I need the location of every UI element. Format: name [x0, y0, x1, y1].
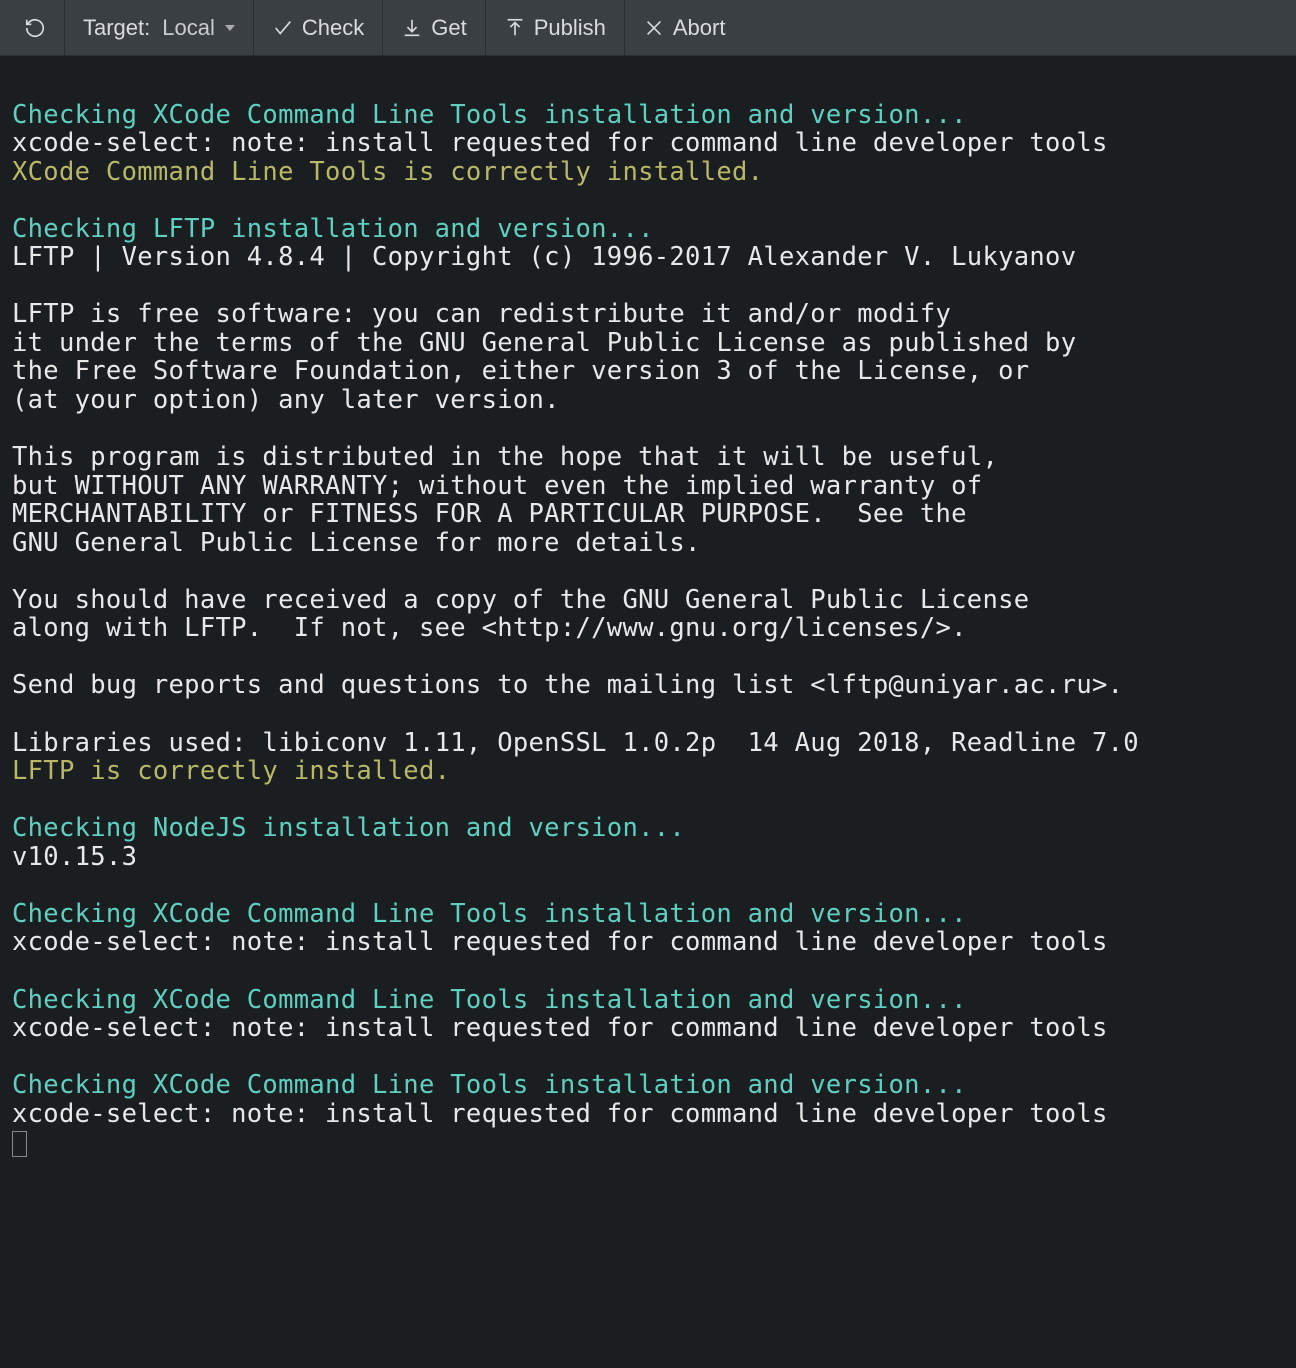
terminal-line: but WITHOUT ANY WARRANTY; without even t…: [12, 472, 1284, 501]
get-button[interactable]: Get: [383, 0, 485, 55]
terminal-line: GNU General Public License for more deta…: [12, 529, 1284, 558]
terminal-line: xcode-select: note: install requested fo…: [12, 928, 1284, 957]
terminal-line: LFTP | Version 4.8.4 | Copyright (c) 199…: [12, 243, 1284, 272]
terminal-line: it under the terms of the GNU General Pu…: [12, 329, 1284, 358]
terminal-line: [12, 786, 1284, 815]
upload-icon: [504, 17, 526, 39]
terminal-line: Checking NodeJS installation and version…: [12, 814, 1284, 843]
terminal-line: along with LFTP. If not, see <http://www…: [12, 614, 1284, 643]
target-dropdown[interactable]: Target: Local: [65, 0, 254, 55]
abort-button[interactable]: Abort: [625, 0, 744, 55]
check-button[interactable]: Check: [254, 0, 383, 55]
close-icon: [643, 17, 665, 39]
terminal-output[interactable]: Checking XCode Command Line Tools instal…: [0, 56, 1296, 1173]
terminal-line: MERCHANTABILITY or FITNESS FOR A PARTICU…: [12, 500, 1284, 529]
get-label: Get: [431, 15, 466, 41]
terminal-line: LFTP is correctly installed.: [12, 757, 1284, 786]
terminal-line: [12, 415, 1284, 444]
terminal-line: Checking XCode Command Line Tools instal…: [12, 1071, 1284, 1100]
terminal-line: Checking XCode Command Line Tools instal…: [12, 101, 1284, 130]
terminal-line: [12, 957, 1284, 986]
check-icon: [272, 17, 294, 39]
terminal-cursor-line: [12, 1128, 1284, 1157]
chevron-down-icon: [225, 25, 235, 31]
terminal-line: Checking XCode Command Line Tools instal…: [12, 900, 1284, 929]
terminal-line: Checking XCode Command Line Tools instal…: [12, 986, 1284, 1015]
terminal-line: [12, 272, 1284, 301]
publish-button[interactable]: Publish: [486, 0, 625, 55]
cursor-icon: [12, 1131, 27, 1157]
publish-label: Publish: [534, 15, 606, 41]
terminal-line: [12, 186, 1284, 215]
terminal-line: [12, 557, 1284, 586]
terminal-line: (at your option) any later version.: [12, 386, 1284, 415]
toolbar: Target: Local Check Get Publish Abort: [0, 0, 1296, 56]
terminal-line: LFTP is free software: you can redistrib…: [12, 300, 1284, 329]
target-label: Target:: [83, 15, 150, 41]
terminal-line: xcode-select: note: install requested fo…: [12, 129, 1284, 158]
terminal-line: Send bug reports and questions to the ma…: [12, 671, 1284, 700]
refresh-icon: [24, 17, 46, 39]
terminal-line: [12, 643, 1284, 672]
terminal-line: This program is distributed in the hope …: [12, 443, 1284, 472]
terminal-line: xcode-select: note: install requested fo…: [12, 1100, 1284, 1129]
terminal-line: [12, 871, 1284, 900]
terminal-line: [12, 700, 1284, 729]
terminal-line: [12, 72, 1284, 101]
download-icon: [401, 17, 423, 39]
terminal-line: Checking LFTP installation and version..…: [12, 215, 1284, 244]
terminal-line: You should have received a copy of the G…: [12, 586, 1284, 615]
terminal-line: Libraries used: libiconv 1.11, OpenSSL 1…: [12, 729, 1284, 758]
terminal-line: xcode-select: note: install requested fo…: [12, 1014, 1284, 1043]
abort-label: Abort: [673, 15, 726, 41]
refresh-button[interactable]: [16, 0, 65, 55]
target-value: Local: [162, 15, 215, 41]
check-label: Check: [302, 15, 364, 41]
terminal-line: XCode Command Line Tools is correctly in…: [12, 158, 1284, 187]
terminal-line: [12, 1043, 1284, 1072]
terminal-line: v10.15.3: [12, 843, 1284, 872]
terminal-line: the Free Software Foundation, either ver…: [12, 357, 1284, 386]
